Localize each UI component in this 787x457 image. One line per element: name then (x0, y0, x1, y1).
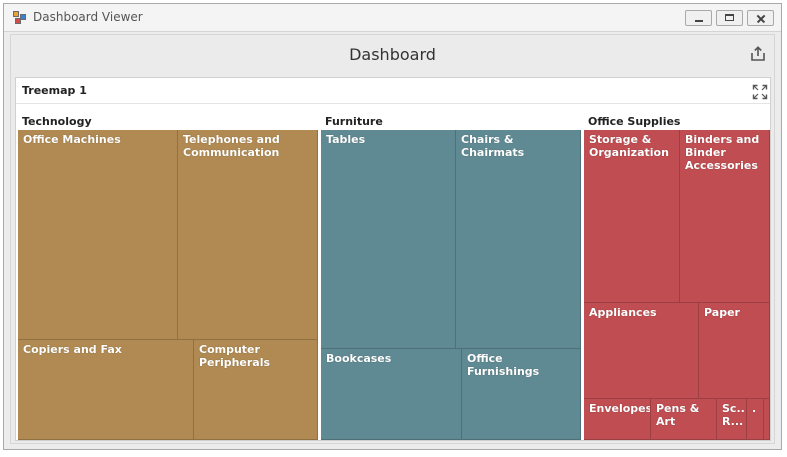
tile-label: Paper (704, 306, 740, 319)
maximize-button[interactable] (716, 10, 743, 26)
tile-label: Office Furnishings (467, 352, 540, 378)
panel-header: Treemap 1 (16, 78, 770, 104)
treemap-tile[interactable]: . (747, 399, 764, 440)
tile-label: Copiers and Fax (23, 343, 122, 356)
treemap-tile[interactable]: Storage & Organization (584, 130, 680, 303)
tile-label: Telephones and Communication (183, 133, 280, 159)
group-label-furniture: Furniture (325, 115, 383, 128)
treemap-tile[interactable]: Office Furnishings (462, 349, 581, 440)
tile-label: Pens & Art (656, 402, 700, 428)
treemap-group-furniture[interactable]: Tables Chairs & Chairmats Bookcases Offi… (321, 130, 581, 440)
treemap-tile[interactable]: Telephones and Communication (178, 130, 318, 340)
group-label-technology: Technology (22, 115, 92, 128)
app-window: Dashboard Viewer Dashboard Treemap 1 Tec… (3, 3, 782, 450)
tile-label: . (752, 402, 757, 415)
tile-label: Tables (326, 133, 366, 146)
tile-label: Bookcases (326, 352, 392, 365)
treemap-tile[interactable]: Pens & Art (651, 399, 717, 440)
treemap-tile[interactable]: Copiers and Fax (18, 340, 194, 440)
dashboard-title: Dashboard (349, 45, 436, 64)
treemap-tile[interactable]: Sc.. R... (717, 399, 747, 440)
window-title: Dashboard Viewer (33, 10, 143, 24)
tile-label: Envelopes (589, 402, 651, 415)
treemap-group-technology[interactable]: Office Machines Telephones and Communica… (18, 130, 318, 440)
tile-label: Chairs & Chairmats (461, 133, 525, 159)
dashboard-app-icon (13, 11, 27, 25)
maximize-icon[interactable] (752, 84, 768, 100)
treemap-tile[interactable]: Envelopes (584, 399, 651, 440)
tile-label: Binders and Binder Accessories (685, 133, 760, 172)
title-bar[interactable]: Dashboard Viewer (4, 4, 781, 32)
tile-label: Storage & Organization (589, 133, 669, 159)
treemap-group-office-supplies[interactable]: Storage & Organization Binders and Binde… (584, 130, 770, 440)
treemap-tile[interactable]: Paper (699, 303, 770, 399)
treemap-tile[interactable] (764, 399, 770, 440)
close-button[interactable] (747, 10, 774, 26)
treemap-tile[interactable]: Chairs & Chairmats (456, 130, 581, 349)
group-label-office-supplies: Office Supplies (588, 115, 681, 128)
treemap-tile[interactable]: Office Machines (18, 130, 178, 340)
tile-label: Appliances (589, 306, 657, 319)
minimize-button[interactable] (685, 10, 712, 26)
treemap-tile[interactable]: Computer Peripherals (194, 340, 318, 440)
tile-label: Office Machines (23, 133, 121, 146)
treemap-tile[interactable]: Appliances (584, 303, 699, 399)
treemap-panel: Treemap 1 Technology Furniture Office Su… (15, 77, 771, 441)
treemap-tile[interactable]: Bookcases (321, 349, 462, 440)
tile-label: Sc.. R... (722, 402, 745, 428)
panel-title: Treemap 1 (22, 84, 87, 97)
export-icon[interactable] (749, 45, 767, 63)
treemap-tile[interactable]: Tables (321, 130, 456, 349)
treemap-tile[interactable]: Binders and Binder Accessories (680, 130, 770, 303)
tile-label: Computer Peripherals (199, 343, 271, 369)
dashboard-surface: Dashboard Treemap 1 Technology Furniture… (10, 34, 775, 444)
